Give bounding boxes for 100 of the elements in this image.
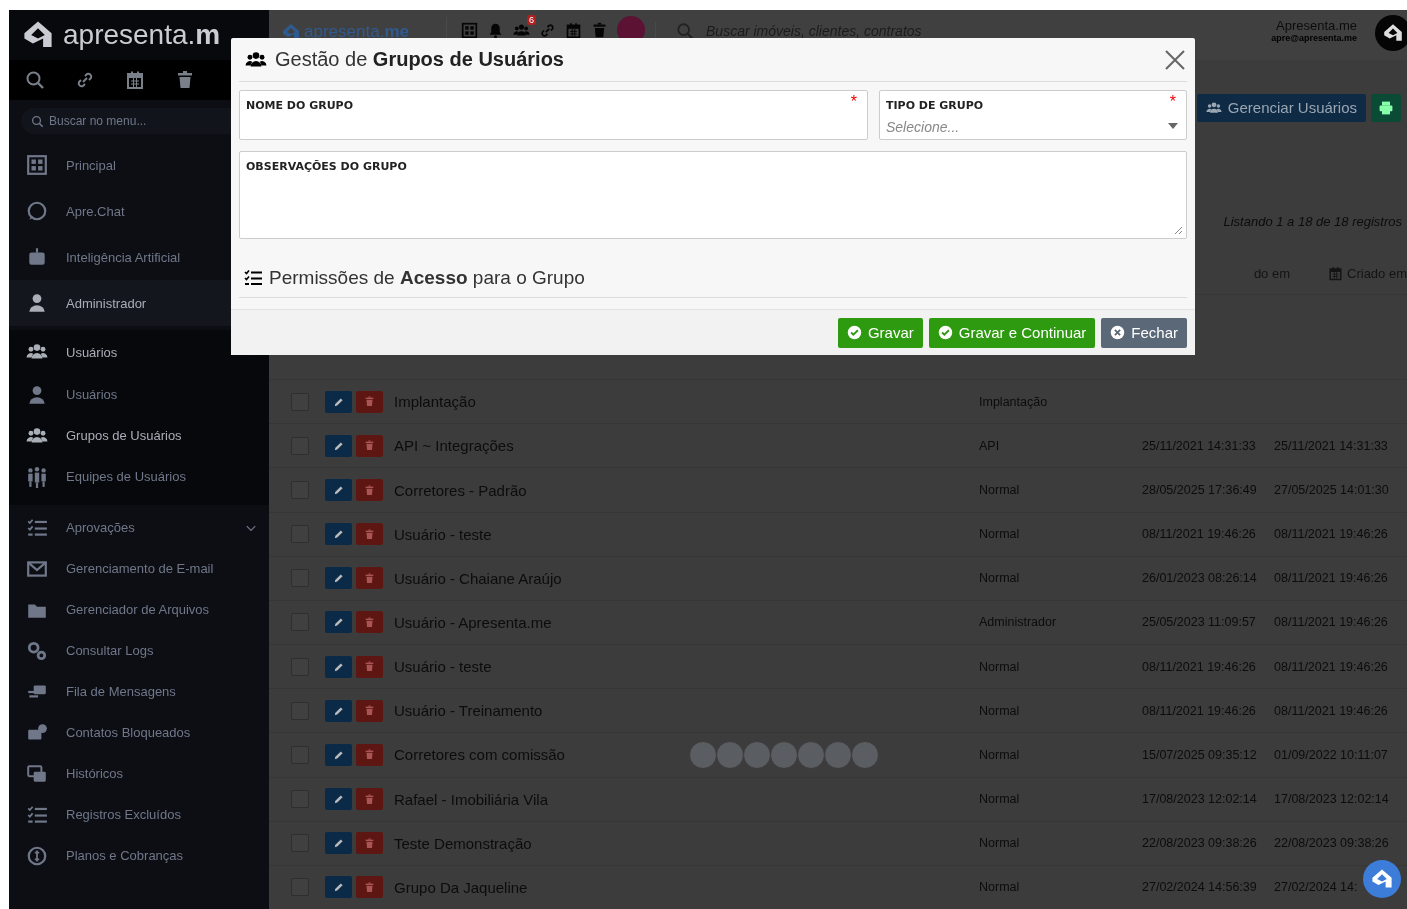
required-mark: *: [1169, 93, 1176, 111]
link-icon: [539, 21, 557, 39]
logo-icon: [1382, 22, 1404, 44]
trash-icon: [364, 396, 376, 408]
required-mark: *: [850, 93, 857, 111]
sidebar-group[interactable]: Usuários: [9, 330, 270, 374]
save-button[interactable]: Gravar e Continuar: [928, 317, 1096, 348]
trash-icon: [364, 837, 376, 849]
sidebar-item-label: Planos e Cobranças: [66, 848, 184, 863]
edit-button[interactable]: [325, 832, 353, 855]
textarea-field[interactable]: OBSERVAÇÕES DO GRUPO: [239, 151, 1187, 239]
manage-users-button[interactable]: Gerenciar Usuários: [1196, 93, 1366, 122]
pencil-icon: [332, 881, 345, 894]
sidebar-item-label: Fila de Mensagens: [66, 684, 176, 699]
sidebar-item[interactable]: Fila de Mensagens: [9, 671, 270, 712]
search-icon: [31, 115, 44, 128]
comments-icon: [26, 762, 48, 785]
x-circle-icon: [1110, 325, 1126, 340]
sidebar-item-label: Administrador: [66, 295, 147, 311]
link-button[interactable]: [75, 70, 95, 90]
robot-icon: [26, 246, 48, 268]
sidebar-item[interactable]: Gerenciador de Arquivos: [9, 589, 270, 630]
pencil-icon: [332, 484, 345, 496]
sidebar-group-label: Aprovações: [66, 520, 136, 535]
sidebar-group[interactable]: Aprovações: [9, 507, 270, 548]
sidebar-subitem-label: Equipes de Usuários: [66, 469, 186, 484]
check-circle-icon: [937, 325, 953, 340]
sidebar-item-label: Históricos: [66, 766, 124, 781]
search-icon: [25, 70, 45, 90]
trash-icon: [364, 617, 376, 628]
avatar-placeholder: [797, 740, 826, 769]
sidebar-item[interactable]: Planos e Cobranças: [9, 835, 270, 876]
edit-button[interactable]: [325, 479, 353, 501]
sidebar-subitem[interactable]: Usuários: [9, 374, 270, 415]
trash-icon: [364, 705, 376, 717]
caret-icon: [1168, 123, 1178, 129]
edit-button[interactable]: [325, 390, 353, 413]
coin-icon: [26, 844, 48, 867]
select-field[interactable]: TIPO DE GRUPO * Selecione...: [879, 90, 1187, 140]
sidebar-subitem-label: Grupos de Usuários: [66, 428, 182, 443]
user-avatar[interactable]: [1375, 15, 1407, 51]
dashboard-icon: [26, 154, 48, 176]
sidebar-subitem[interactable]: Equipes de Usuários: [9, 456, 270, 497]
edit-button[interactable]: [325, 788, 353, 811]
edit-button[interactable]: [325, 567, 353, 590]
edit-button[interactable]: [325, 743, 353, 766]
print-button[interactable]: [1371, 93, 1401, 122]
trash-icon: [364, 484, 376, 496]
sidebar-item-label: Principal: [66, 157, 116, 173]
close-dialog-button[interactable]: Fechar: [1101, 317, 1187, 348]
search-button[interactable]: [25, 70, 45, 90]
sidebar-subitem[interactable]: Grupos de Usuários: [9, 415, 270, 456]
avatar-placeholder: [824, 740, 853, 769]
sidebar-item[interactable]: Históricos: [9, 753, 270, 794]
edit-button[interactable]: [325, 434, 353, 457]
input-field[interactable]: NOME DO GRUPO *: [239, 90, 868, 140]
calendar-icon: [565, 21, 583, 39]
gears-icon: [26, 639, 48, 662]
sidebar-item[interactable]: Gerenciamento de E-mail: [9, 548, 270, 589]
sidebar-item[interactable]: Consultar Logs: [9, 630, 270, 671]
avatar-placeholder: [716, 740, 745, 769]
sidebar-item-label: Consultar Logs: [66, 643, 154, 658]
edit-button[interactable]: [325, 611, 353, 634]
sidebar-subitem-label: Usuários: [66, 387, 118, 402]
calendar-button[interactable]: [125, 70, 145, 90]
trash-icon: [175, 70, 195, 90]
edit-button[interactable]: [325, 699, 353, 722]
sidebar-item[interactable]: Contatos Bloqueados: [9, 712, 270, 753]
sidebar-item-label: Inteligência Artificial: [66, 249, 181, 265]
check-circle-icon: [846, 325, 862, 340]
edit-button[interactable]: [325, 876, 353, 899]
avatar-placeholder: [743, 740, 772, 769]
edit-button[interactable]: [325, 655, 353, 678]
sidebar-item[interactable]: Registros Excluídos: [9, 794, 270, 835]
printer-icon: [1378, 99, 1394, 116]
pencil-icon: [332, 793, 345, 806]
logo-text: apresenta.me: [304, 22, 409, 42]
logo-text: apresenta.m: [63, 19, 221, 51]
field-label: OBSERVAÇÕES DO GRUPO: [246, 160, 407, 173]
link-icon: [75, 70, 95, 90]
user-icon: [26, 383, 48, 406]
save-button[interactable]: Gravar: [837, 317, 923, 348]
trash-icon: [364, 793, 376, 805]
pencil-icon: [332, 837, 345, 850]
close-button[interactable]: [1165, 49, 1185, 70]
trash-icon: [364, 528, 376, 540]
notification-badge: 6: [527, 14, 537, 25]
calendar-icon: [1328, 266, 1344, 282]
pencil-icon: [332, 528, 345, 541]
trash-button[interactable]: [175, 70, 195, 90]
pencil-icon: [332, 572, 345, 585]
sidebar-item-label: Apre.Chat: [66, 203, 125, 219]
search-icon: [676, 22, 695, 40]
dashboard-icon: [461, 21, 479, 39]
checklist-icon: [243, 268, 263, 288]
trash-icon: [364, 572, 376, 584]
chat-bubble-icon: [26, 200, 48, 222]
trash-icon: [364, 661, 376, 673]
edit-button[interactable]: [325, 523, 353, 546]
section-title: Permissões de Acesso para o Grupo: [269, 267, 585, 289]
